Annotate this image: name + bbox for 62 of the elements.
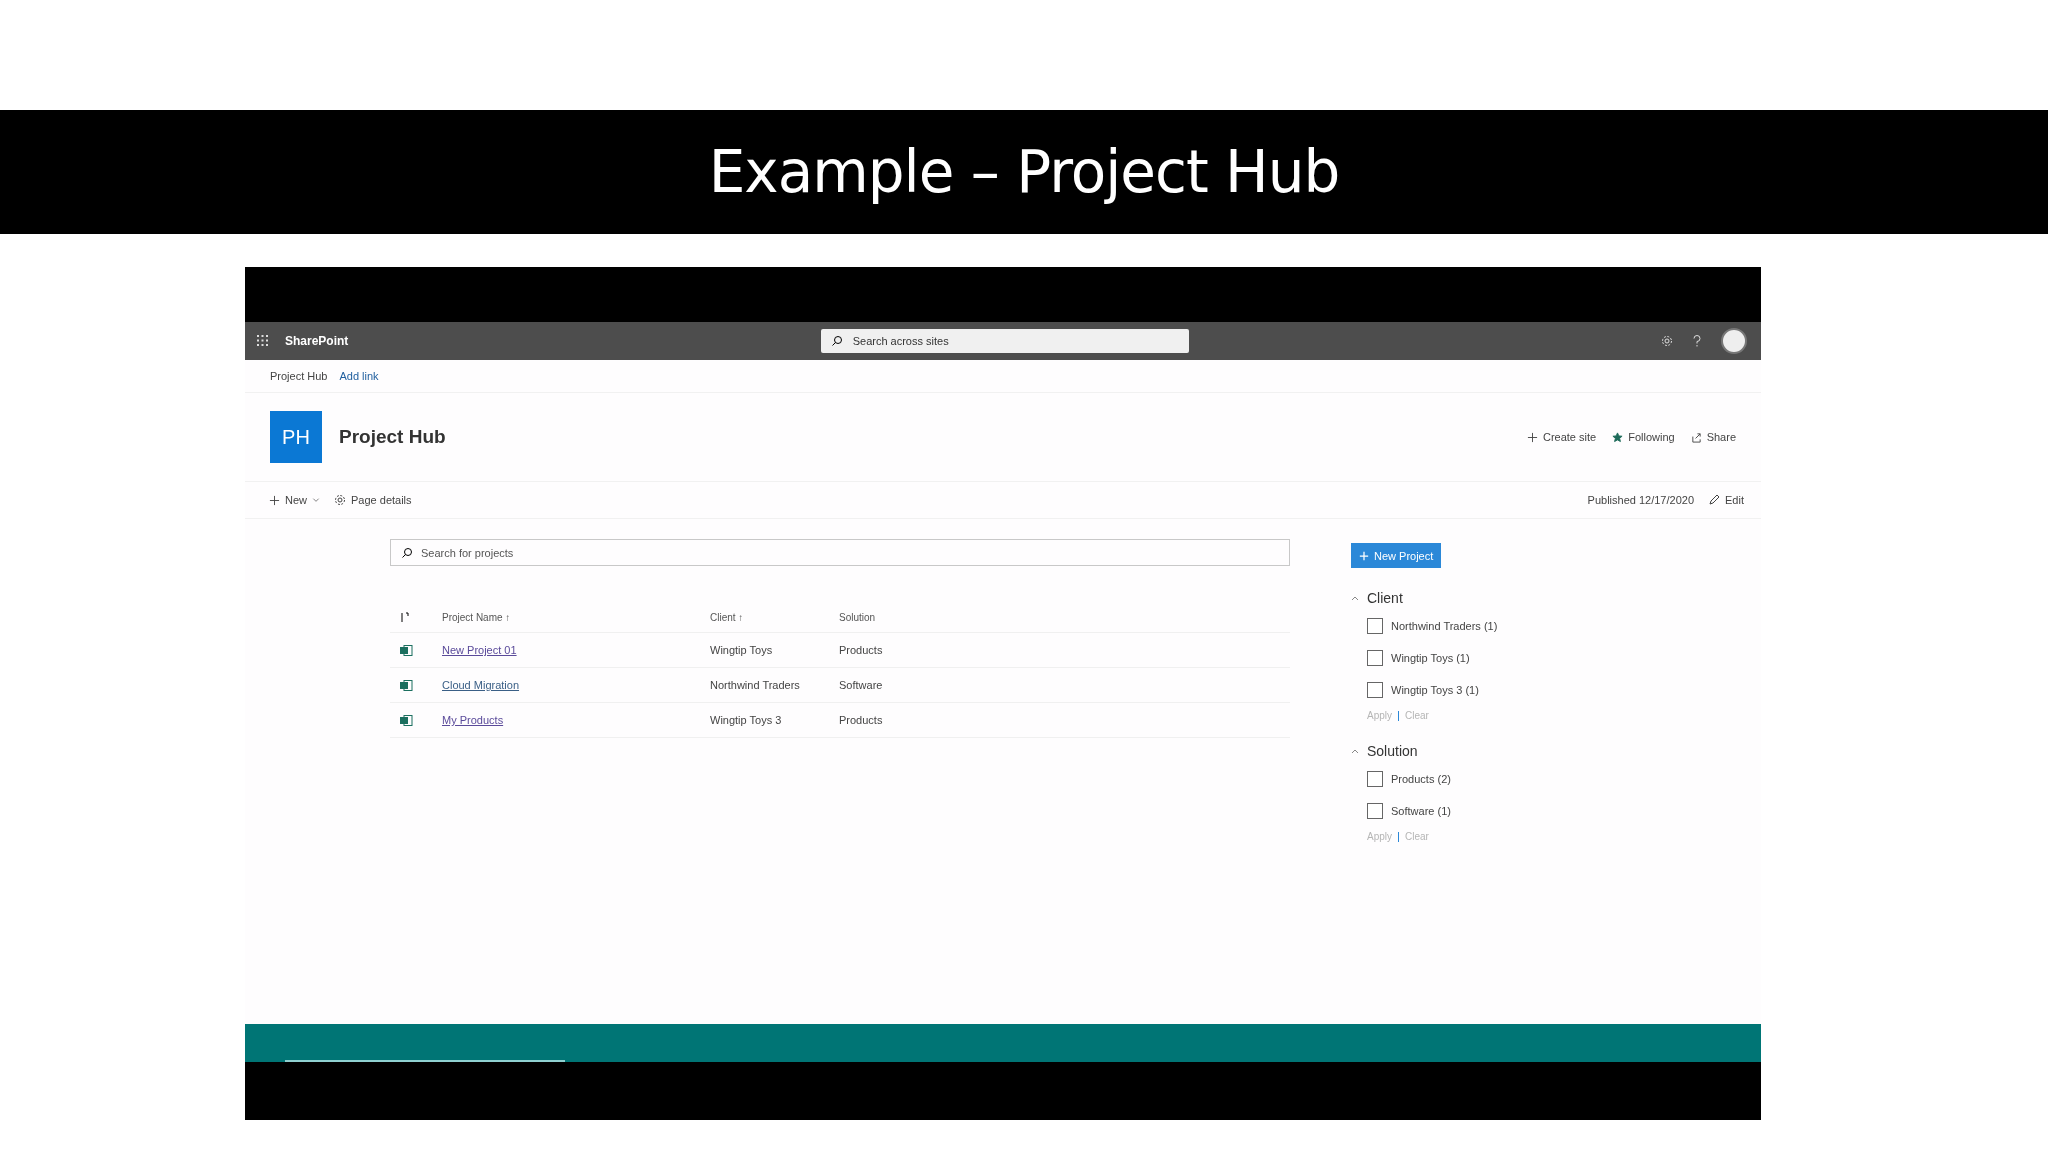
site-search-box[interactable]: Search across sites — [820, 329, 1189, 353]
checkbox[interactable] — [1367, 682, 1383, 698]
chevron-down-icon — [312, 496, 320, 504]
table-cell-text: Products — [839, 644, 884, 656]
command-button[interactable]: New — [269, 494, 320, 506]
plus-icon — [269, 494, 280, 506]
pencil-icon — [1708, 494, 1721, 506]
filter-option-label: Northwind Traders (1) — [1391, 620, 1498, 632]
chevron-icon — [1351, 595, 1359, 601]
site-logo: PH — [270, 411, 322, 463]
search-icon — [830, 335, 843, 347]
site-title: Project Hub — [339, 426, 446, 448]
app-launcher-icon[interactable] — [257, 335, 269, 347]
column-header[interactable]: Solution — [839, 611, 1290, 623]
published-date: Published 12/17/2020 — [1587, 494, 1695, 506]
project-link[interactable]: New Project 01 — [442, 644, 517, 656]
document-icon — [400, 714, 413, 726]
help-icon[interactable] — [1693, 335, 1701, 347]
command-button[interactable]: Page details — [334, 494, 412, 506]
table-cell-text: Northwind Traders — [710, 679, 801, 691]
table-cell-text: Software — [839, 679, 884, 691]
header-action[interactable]: Share — [1690, 431, 1736, 443]
breadcrumb-link[interactable]: Add link — [339, 370, 379, 382]
star-icon — [1612, 431, 1624, 443]
breadcrumb-link[interactable]: Project Hub — [270, 370, 328, 382]
filter-heading[interactable]: Client — [1351, 590, 1611, 606]
search-icon — [401, 546, 413, 559]
filter-option-label: Wingtip Toys (1) — [1391, 652, 1470, 664]
gear-icon — [334, 494, 346, 506]
project-link[interactable]: Cloud Migration — [442, 679, 520, 691]
filter-heading[interactable]: Solution — [1351, 743, 1611, 759]
column-header[interactable]: Client ↑ — [710, 611, 839, 623]
project-search-field[interactable]: Search for projects — [419, 545, 1279, 560]
plus-icon — [1359, 550, 1369, 561]
checkbox[interactable] — [1367, 618, 1383, 634]
filter-option-label: Products (2) — [1391, 773, 1451, 785]
table-cell-text: Products — [839, 714, 884, 726]
file-type-icon — [400, 611, 412, 623]
document-icon — [400, 679, 413, 691]
checkbox[interactable] — [1367, 803, 1383, 819]
document-icon — [400, 644, 413, 656]
checkbox[interactable] — [1367, 771, 1383, 787]
share-icon — [1690, 431, 1702, 443]
slide-title: Example – Project Hub — [708, 138, 1340, 206]
chevron-icon — [1351, 748, 1359, 754]
site-search-field[interactable]: Search across sites — [850, 334, 1179, 348]
project-search-box[interactable]: Search for projects — [390, 539, 1290, 566]
column-header[interactable]: Project Name ↑ — [442, 611, 710, 623]
settings-icon — [1661, 335, 1673, 347]
header-action[interactable]: Following — [1612, 431, 1675, 443]
header-action[interactable]: Create site — [1526, 431, 1597, 443]
checkbox[interactable] — [1367, 650, 1383, 666]
new-project-button[interactable]: New Project — [1351, 543, 1442, 568]
plus-icon — [1526, 431, 1538, 443]
table-cell-text: Wingtip Toys 3 — [710, 714, 783, 726]
project-link[interactable]: My Products — [442, 714, 504, 726]
avatar[interactable] — [1721, 328, 1747, 354]
filter-option-label: Wingtip Toys 3 (1) — [1391, 684, 1479, 696]
app-name: SharePoint — [285, 334, 349, 348]
edit-button[interactable]: Edit — [1708, 494, 1744, 506]
table-cell-text: Wingtip Toys — [710, 644, 774, 656]
filter-option-label: Software (1) — [1391, 805, 1451, 817]
